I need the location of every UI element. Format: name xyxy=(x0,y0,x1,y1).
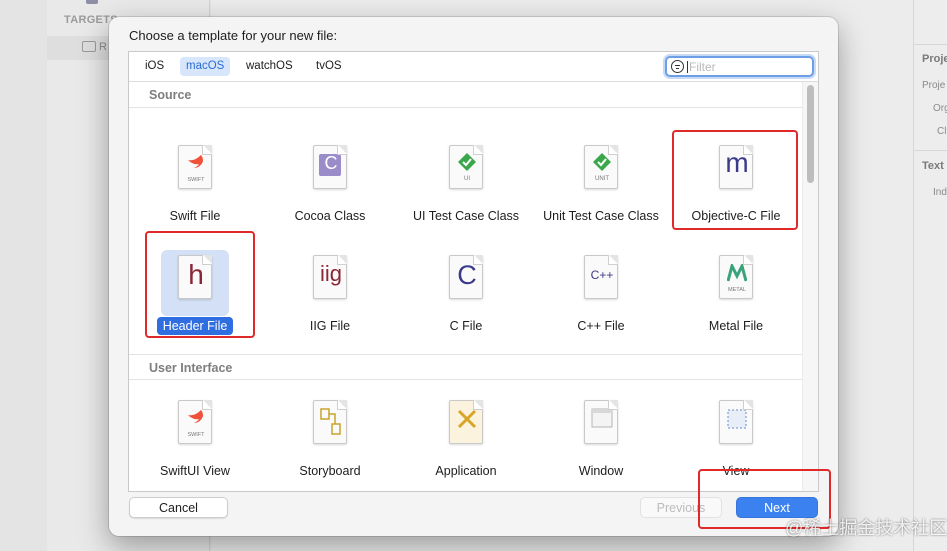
template-label: Storyboard xyxy=(299,464,361,478)
tab-ios[interactable]: iOS xyxy=(139,57,170,76)
text-cursor xyxy=(687,61,688,73)
cocoa-class-icon: C xyxy=(313,145,347,189)
template-label: UI Test Case Class xyxy=(412,209,520,223)
divider xyxy=(914,150,947,151)
template-label: Metal File xyxy=(708,319,764,333)
template-header-file[interactable]: h Header File xyxy=(140,246,250,346)
swift-icon: SWIFT xyxy=(178,145,212,189)
section-header-source: Source xyxy=(129,82,802,108)
storyboard-flow-icon xyxy=(320,408,341,435)
folder-icon xyxy=(82,41,96,52)
template-label: Window xyxy=(578,464,624,478)
template-label: Unit Test Case Class xyxy=(543,209,659,223)
application-icon xyxy=(449,400,483,444)
template-c-file[interactable]: C C File xyxy=(411,246,521,346)
template-label: Header File xyxy=(130,317,260,335)
unit-test-icon: UNIT xyxy=(584,145,618,189)
template-label: C File xyxy=(449,319,483,333)
ui-test-icon: UI xyxy=(449,145,483,189)
target-item-label: R xyxy=(99,41,107,53)
selected-label: Header File xyxy=(156,317,234,335)
platform-tab-bar: iOS macOS watchOS tvOS xyxy=(129,52,818,82)
objc-icon: m xyxy=(719,145,753,189)
c-file-icon: C xyxy=(449,255,483,299)
tab-tvos[interactable]: tvOS xyxy=(310,57,348,76)
new-file-template-sheet: Choose a template for your new file: iOS… xyxy=(109,17,838,536)
xib-x-icon xyxy=(457,409,477,429)
swiftui-icon: SWIFT xyxy=(178,400,212,444)
metal-icon: METAL xyxy=(719,255,753,299)
scroll-thumb[interactable] xyxy=(807,85,814,183)
inspector-row: Ind xyxy=(933,187,947,198)
checkmark-diamond-icon xyxy=(593,153,611,171)
filter-field[interactable] xyxy=(665,56,814,77)
template-objective-c-file[interactable]: m Objective-C File xyxy=(681,136,791,236)
view-frame-icon xyxy=(727,409,747,429)
inspector-row: Cl xyxy=(937,126,947,137)
template-swiftui-view[interactable]: SWIFT SwiftUI View xyxy=(140,391,250,491)
template-view[interactable]: View xyxy=(681,391,791,491)
filter-icon xyxy=(671,60,684,73)
template-cocoa-class[interactable]: C Cocoa Class xyxy=(275,136,385,236)
template-label: Cocoa Class xyxy=(294,209,366,223)
template-unit-test-case-class[interactable]: UNIT Unit Test Case Class xyxy=(543,136,659,236)
template-label: SwiftUI View xyxy=(160,464,230,478)
metal-m-icon xyxy=(727,264,747,282)
inspector-row: Proje xyxy=(922,80,946,91)
iig-icon: iig xyxy=(313,255,347,299)
tab-watchos[interactable]: watchOS xyxy=(240,57,299,76)
window-icon xyxy=(584,400,618,444)
template-storyboard[interactable]: Storyboard xyxy=(275,391,385,491)
template-label: Swift File xyxy=(169,209,221,223)
cancel-button[interactable]: Cancel xyxy=(129,497,228,518)
view-icon xyxy=(719,400,753,444)
inspector-section-text: Text xyxy=(922,160,944,172)
template-scrollbar[interactable] xyxy=(802,82,818,491)
filter-input[interactable] xyxy=(689,59,809,74)
template-metal-file[interactable]: METAL Metal File xyxy=(681,246,791,346)
template-chooser: iOS macOS watchOS tvOS Source SWIFT xyxy=(128,51,819,492)
inspector-row: Org xyxy=(933,103,947,114)
sheet-title: Choose a template for your new file: xyxy=(129,28,338,43)
template-application[interactable]: Application xyxy=(411,391,521,491)
template-label: Application xyxy=(435,464,497,478)
inspector-pane: Proje Proje Org Cl Text Ind xyxy=(913,0,947,551)
divider xyxy=(914,44,947,45)
template-iig-file[interactable]: iig IIG File xyxy=(275,246,385,346)
header-icon: h xyxy=(178,255,212,299)
watermark-text: @稀土掘金技术社区 xyxy=(785,518,947,538)
swift-bird-icon xyxy=(188,155,203,168)
template-label: C++ File xyxy=(577,319,625,333)
template-label: View xyxy=(722,464,750,478)
cpp-file-icon: C++ xyxy=(584,255,618,299)
swift-bird-icon xyxy=(188,410,203,423)
section-header-user-interface: User Interface xyxy=(129,354,802,380)
tab-macos[interactable]: macOS xyxy=(180,57,231,76)
template-ui-test-case-class[interactable]: UI UI Test Case Class xyxy=(411,136,521,236)
template-cpp-file[interactable]: C++ C++ File xyxy=(546,246,656,346)
inspector-section-project: Proje xyxy=(922,53,947,65)
checkmark-diamond-icon xyxy=(458,153,476,171)
template-window[interactable]: Window xyxy=(546,391,656,491)
previous-button[interactable]: Previous xyxy=(640,497,722,518)
template-label: Objective-C File xyxy=(691,209,781,223)
window-frame-icon xyxy=(591,408,613,428)
navigator-top-indicator xyxy=(86,0,98,4)
storyboard-icon xyxy=(313,400,347,444)
template-label: IIG File xyxy=(309,319,351,333)
template-swift-file[interactable]: SWIFT Swift File xyxy=(140,136,250,236)
